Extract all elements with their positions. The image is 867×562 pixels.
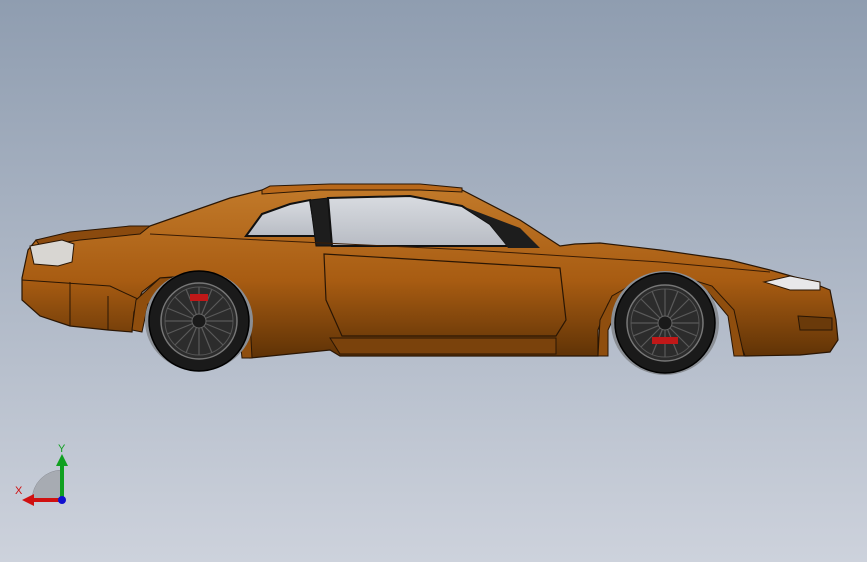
graphics-viewport[interactable]: Y X xyxy=(0,0,867,562)
front-wheel xyxy=(611,271,719,375)
triad-plane xyxy=(31,469,63,501)
z-axis-icon xyxy=(58,496,66,504)
car-model[interactable] xyxy=(0,0,867,562)
triad-graphic xyxy=(22,454,68,506)
reference-triad: Y X xyxy=(12,440,82,510)
front-bumper-vent xyxy=(797,315,833,331)
rear-wheel xyxy=(145,271,253,371)
y-axis-label: Y xyxy=(58,443,66,455)
x-axis-label: X xyxy=(15,485,23,497)
side-skirt xyxy=(329,337,557,355)
